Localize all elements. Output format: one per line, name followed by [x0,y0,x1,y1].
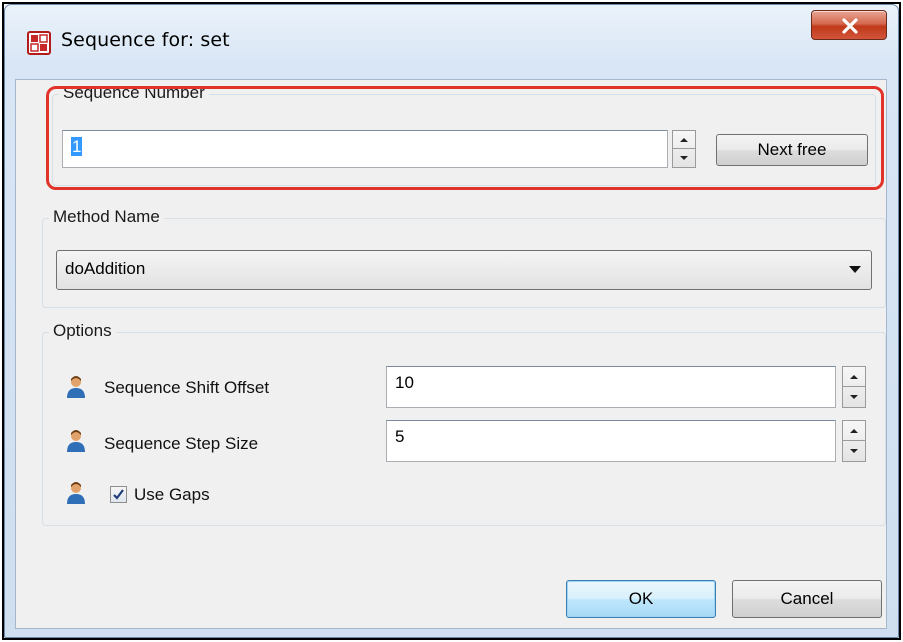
arrow-down-icon [680,156,688,160]
spin-up-button[interactable] [843,367,865,387]
step-size-spinner[interactable] [842,420,866,462]
person-icon [66,430,86,452]
step-size-value: 5 [395,427,405,446]
ok-button[interactable]: OK [566,580,716,618]
person-icon [66,376,86,398]
window-title: Sequence for: set [61,29,230,51]
sequence-number-spinner[interactable] [672,130,696,168]
sequence-number-input[interactable]: 1 [62,130,668,168]
step-size-label: Sequence Step Size [104,434,259,453]
checkmark-icon [113,489,124,500]
shift-offset-spinner[interactable] [842,366,866,408]
title-bar: Sequence for: set [5,5,898,77]
close-icon [842,18,858,34]
method-name-value: doAddition [65,259,146,278]
arrow-down-icon [850,395,858,399]
arrow-down-icon [850,449,858,453]
dialog-window: Sequence for: set Sequence Number 1 Next… [4,4,899,638]
arrow-up-icon [850,428,858,433]
arrow-up-icon [680,137,688,142]
sequence-number-legend: Sequence Number [59,83,209,103]
spin-up-button[interactable] [843,421,865,441]
shift-offset-input[interactable]: 10 [386,366,836,408]
shift-offset-label: Sequence Shift Offset [104,378,270,397]
spin-down-button[interactable] [843,387,865,407]
step-size-input[interactable]: 5 [386,420,836,462]
spin-up-button[interactable] [673,131,695,149]
shift-offset-value: 10 [395,373,414,392]
method-name-dropdown[interactable]: doAddition [56,250,872,290]
dropdown-arrow-icon [849,266,861,273]
options-legend: Options [49,321,116,341]
spin-down-button[interactable] [673,149,695,167]
arrow-up-icon [850,374,858,379]
person-icon [66,482,86,504]
close-button[interactable] [811,10,887,40]
method-name-legend: Method Name [49,207,164,227]
sequence-number-value: 1 [71,137,83,156]
sequence-app-icon [27,31,51,55]
use-gaps-checkbox[interactable] [110,486,127,503]
spin-down-button[interactable] [843,441,865,461]
next-free-button[interactable]: Next free [716,134,868,166]
dialog-body: Sequence Number 1 Next free Method Name … [15,79,887,629]
cancel-button[interactable]: Cancel [732,580,882,618]
use-gaps-label: Use Gaps [134,485,210,504]
